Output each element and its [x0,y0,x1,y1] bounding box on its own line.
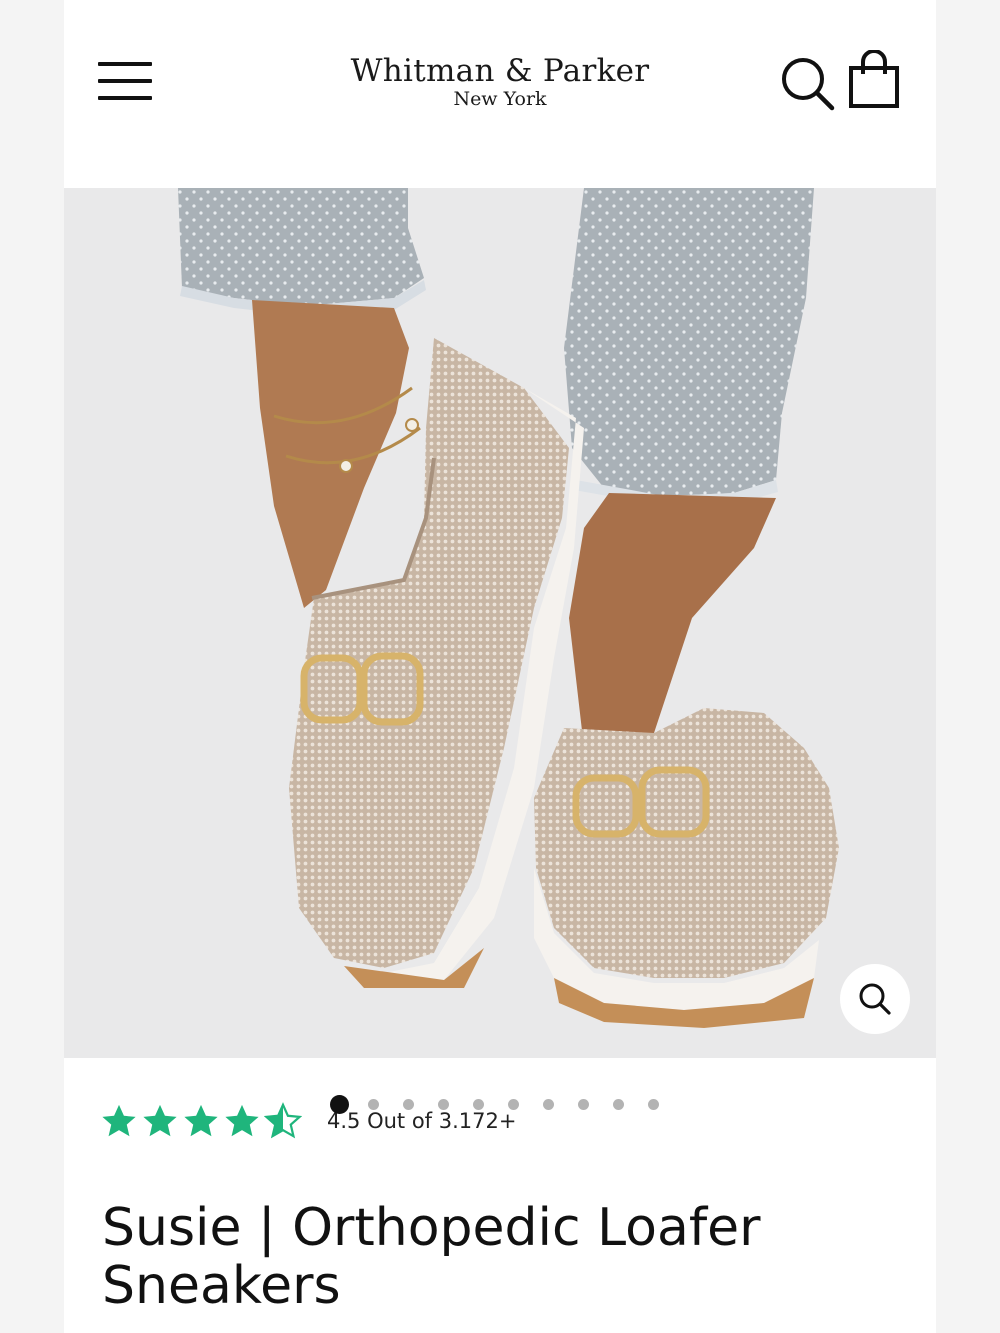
carousel-dot[interactable] [543,1098,554,1110]
carousel-dot[interactable] [613,1098,624,1110]
product-photo [178,188,839,1028]
product-title: Susie | Orthopedic Loafer Sneakers [102,1197,761,1316]
carousel-dot[interactable] [330,1094,349,1114]
brand-city: New York [453,88,547,110]
carousel-dot[interactable] [508,1098,519,1110]
star-half-icon [264,1102,302,1139]
zoom-magnifier-icon[interactable] [840,964,910,1034]
carousel-dot[interactable] [648,1098,659,1110]
star-full-icon [225,1104,259,1137]
star-full-icon [102,1104,136,1137]
shopping-bag-icon[interactable] [848,49,902,110]
star-full-icon [143,1104,177,1137]
carousel-dot[interactable] [473,1098,484,1110]
carousel-dot[interactable] [438,1098,449,1110]
product-page: Whitman & Parker New York 4.5 Out of 3.1… [64,0,936,1333]
product-info: 4.5 Out of 3.172+ Susie | Orthopedic Loa… [64,1058,936,1333]
star-rating [100,1102,305,1140]
brand-logo[interactable]: Whitman & Parker New York [300,52,700,110]
product-image-carousel[interactable] [64,188,936,1058]
carousel-dot[interactable] [368,1098,379,1110]
carousel-pagination[interactable] [330,1094,683,1114]
site-header: Whitman & Parker New York [64,0,936,188]
search-icon[interactable] [780,56,836,112]
hamburger-menu-icon[interactable] [98,58,152,104]
brand-name: Whitman & Parker [350,53,650,89]
carousel-dot[interactable] [403,1098,414,1110]
star-full-icon [184,1104,218,1137]
carousel-dot[interactable] [578,1098,589,1110]
